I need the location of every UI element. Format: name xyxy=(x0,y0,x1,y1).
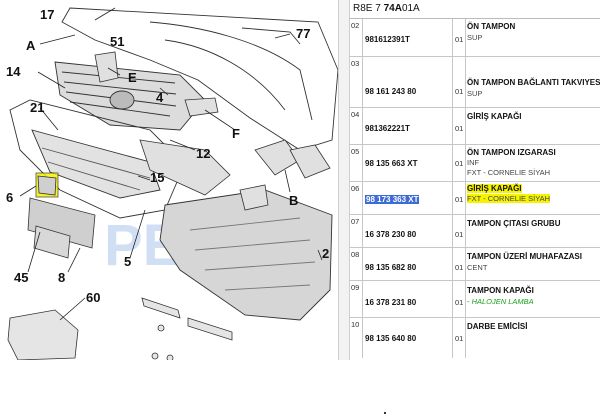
part-color: FXT - CORNELIE SİYAH xyxy=(467,168,551,177)
row-index: 05 xyxy=(351,147,360,156)
bottom-parts xyxy=(7,297,233,362)
quantity: 01 xyxy=(455,159,464,168)
part-name: DARBE EMİCİSİ xyxy=(467,322,528,331)
callout-17: 17 xyxy=(40,7,54,22)
part-name: ÖN TAMPON xyxy=(467,22,516,31)
part-variant: CENT xyxy=(467,263,488,272)
callout-15: 15 xyxy=(150,170,164,185)
part-number[interactable]: 981612391T xyxy=(365,35,410,44)
part-number[interactable]: 16 378 230 80 xyxy=(365,230,416,239)
parts-row[interactable]: 04 981362221T 01 GİRİŞ KAPAĞI xyxy=(349,108,600,145)
quantity: 01 xyxy=(455,334,464,343)
part-note: - HALOJEN LAMBA xyxy=(467,297,534,306)
part-number[interactable]: 98 135 682 80 xyxy=(365,263,416,272)
parts-row[interactable]: 10 98 135 640 80 01 DARBE EMİCİSİ xyxy=(349,318,600,358)
quantity: 01 xyxy=(455,263,464,272)
diagram-drawing: PEU xyxy=(6,7,339,362)
part-number[interactable]: 98 135 663 XT xyxy=(365,159,417,168)
row-index: 03 xyxy=(351,59,360,68)
parts-row[interactable]: 03 98 161 243 80 01 ÖN TAMPON BAĞLANTI T… xyxy=(349,57,600,108)
parts-row[interactable]: 09 16 378 231 80 01 TAMPON KAPAĞI - HALO… xyxy=(349,281,600,318)
part-variant: SUP xyxy=(467,33,483,42)
part-number[interactable]: 981362221T xyxy=(365,124,410,133)
catalog-code-header: R8E 7 74A01A xyxy=(349,0,600,19)
part-name: TAMPON ÜZERİ MUHAFAZASI xyxy=(467,252,582,261)
callout-5: 5 xyxy=(124,254,131,269)
left-parts xyxy=(27,172,96,259)
part-variant: SUP xyxy=(467,89,483,98)
quantity: 01 xyxy=(455,87,464,96)
quantity: 01 xyxy=(455,298,464,307)
callout-6: 6 xyxy=(6,190,13,205)
part-name: GİRİŞ KAPAĞI xyxy=(467,184,522,193)
part-number[interactable]: 16 378 231 80 xyxy=(365,298,416,307)
callout-45: 45 xyxy=(14,270,28,285)
row-index: 07 xyxy=(351,217,360,226)
row-index: 10 xyxy=(351,320,360,329)
callout-F: F xyxy=(232,126,240,141)
part-number-selected[interactable]: 98 173 363 XT xyxy=(365,195,420,204)
callout-B: B xyxy=(289,193,298,208)
part-color: FXT - CORNELIE SİYAH xyxy=(467,194,551,203)
callout-14: 14 xyxy=(6,64,21,79)
callout-2: 2 xyxy=(322,246,329,261)
part-name: TAMPON ÇITASI GRUBU xyxy=(467,219,561,228)
stray-dot xyxy=(384,412,386,414)
row-index: 04 xyxy=(351,110,360,119)
part-name: TAMPON KAPAĞI xyxy=(467,286,534,295)
parts-row[interactable]: 05 98 135 663 XT 01 ÖN TAMPON IZGARASI I… xyxy=(349,145,600,182)
part-name: ÖN TAMPON BAĞLANTI TAKVIYES xyxy=(467,78,600,87)
quantity: 01 xyxy=(455,35,464,44)
callout-4: 4 xyxy=(156,90,164,105)
row-index: 08 xyxy=(351,250,360,259)
row-index: 09 xyxy=(351,283,360,292)
code-bold: 74A xyxy=(383,3,402,14)
parts-list-panel: R8E 7 74A01A 02 981612391T 01 ÖN TAMPON … xyxy=(349,0,600,360)
parts-row[interactable]: 02 981612391T 01 ÖN TAMPON SUP xyxy=(349,19,600,57)
callout-77: 77 xyxy=(296,26,310,41)
callout-A: A xyxy=(26,38,36,53)
part-number[interactable]: 98 161 243 80 xyxy=(365,87,416,96)
part-name: GİRİŞ KAPAĞI xyxy=(467,112,522,121)
quantity: 01 xyxy=(455,195,464,204)
part-name: ÖN TAMPON IZGARASI xyxy=(467,148,556,157)
callout-60: 60 xyxy=(86,290,100,305)
row-index: 06 xyxy=(351,184,360,193)
parts-row[interactable]: 08 98 135 682 80 01 TAMPON ÜZERİ MUHAFAZ… xyxy=(349,248,600,281)
callout-12: 12 xyxy=(196,146,210,161)
quantity: 01 xyxy=(455,124,464,133)
parts-row[interactable]: 07 16 378 230 80 01 TAMPON ÇITASI GRUBU xyxy=(349,215,600,248)
callout-E: E xyxy=(128,70,137,85)
part-number[interactable]: 98 135 640 80 xyxy=(365,334,416,343)
callout-21: 21 xyxy=(30,100,44,115)
parts-diagram: PEU xyxy=(0,0,339,362)
part-variant: INF xyxy=(467,158,480,167)
quantity: 01 xyxy=(455,230,464,239)
parts-row-selected[interactable]: 06 98 173 363 XT 01 GİRİŞ KAPAĞI FXT - C… xyxy=(349,182,600,215)
callout-8: 8 xyxy=(58,270,65,285)
code-prefix: R8E 7 xyxy=(353,3,381,14)
callout-51: 51 xyxy=(110,34,124,49)
row-index: 02 xyxy=(351,21,360,30)
code-suffix: 01A xyxy=(401,3,420,14)
